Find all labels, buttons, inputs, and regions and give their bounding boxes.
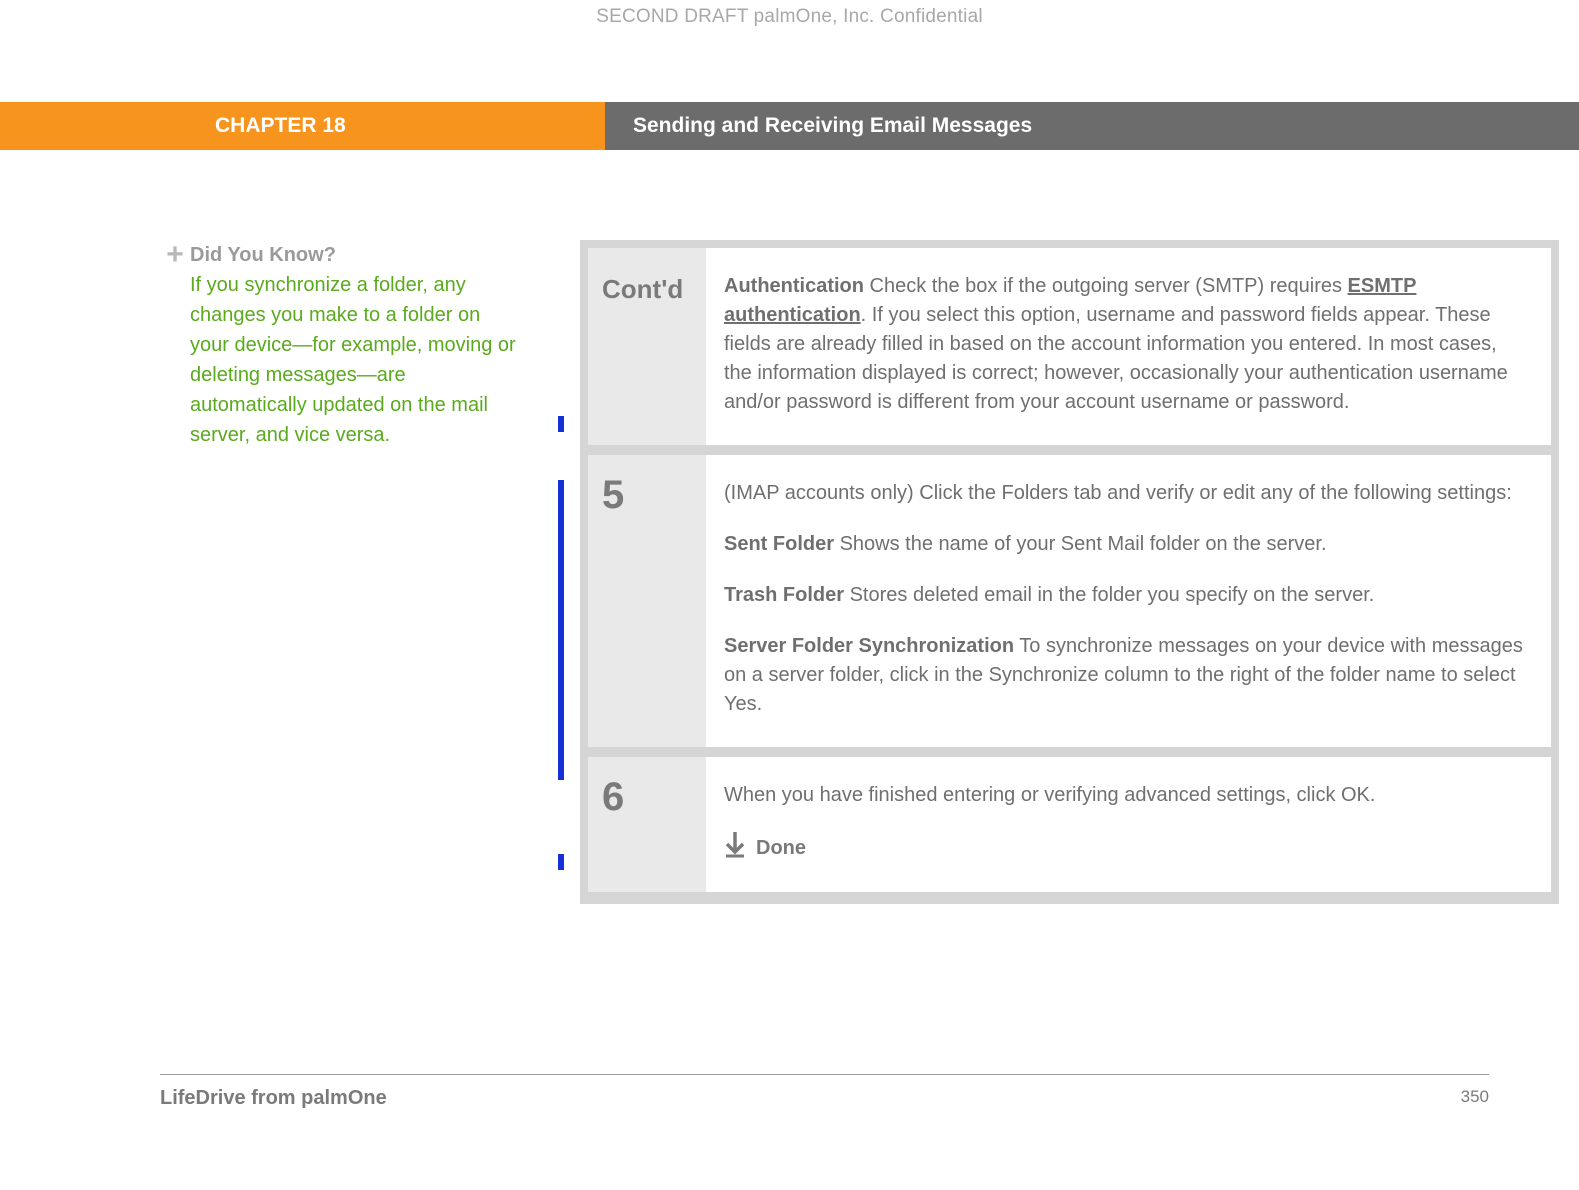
sync-row: Server Folder Synchronization To synchro… xyxy=(724,632,1525,719)
change-bar-icon xyxy=(558,480,564,780)
change-bar-icon xyxy=(558,416,564,432)
step-body: Authentication Check the box if the outg… xyxy=(706,248,1551,445)
chapter-title: Sending and Receiving Email Messages xyxy=(605,102,1579,150)
step5-intro: (IMAP accounts only) Click the Folders t… xyxy=(724,479,1525,508)
step-body: When you have finished entering or verif… xyxy=(706,757,1551,892)
content-area: + Did You Know? If you synchronize a fol… xyxy=(0,240,1579,904)
step6-body: When you have finished entering or verif… xyxy=(724,781,1525,810)
done-row: Done xyxy=(724,832,1525,864)
steps-container: Cont'd Authentication Check the box if t… xyxy=(580,240,1559,904)
footer-product: LifeDrive from palmOne xyxy=(160,1087,387,1110)
sent-folder-term: Sent Folder xyxy=(724,533,834,555)
done-label: Done xyxy=(756,834,806,863)
auth-pre: Check the box if the outgoing server (SM… xyxy=(864,275,1348,297)
auth-term: Authentication xyxy=(724,275,864,297)
chapter-bar: CHAPTER 18 Sending and Receiving Email M… xyxy=(0,102,1579,150)
sidebar: + Did You Know? If you synchronize a fol… xyxy=(160,240,520,904)
auth-paragraph: Authentication Check the box if the outg… xyxy=(724,272,1525,417)
step-5: 5 (IMAP accounts only) Click the Folders… xyxy=(588,455,1551,747)
tip-body: If you synchronize a folder, any changes… xyxy=(190,274,516,446)
step-contd: Cont'd Authentication Check the box if t… xyxy=(588,248,1551,445)
change-bar-icon xyxy=(558,854,564,870)
step-number: 5 xyxy=(588,455,706,747)
sidebar-tip: + Did You Know? If you synchronize a fol… xyxy=(160,240,520,450)
plus-icon: + xyxy=(160,244,190,266)
sync-term: Server Folder Synchronization xyxy=(724,635,1014,657)
step-label: Cont'd xyxy=(588,248,706,445)
step-body: (IMAP accounts only) Click the Folders t… xyxy=(706,455,1551,747)
trash-folder-term: Trash Folder xyxy=(724,584,844,606)
page: SECOND DRAFT palmOne, Inc. Confidential … xyxy=(0,0,1579,1190)
chapter-number: CHAPTER 18 xyxy=(0,102,605,150)
down-arrow-icon xyxy=(724,832,746,864)
tip-text: Did You Know? If you synchronize a folde… xyxy=(190,240,520,450)
footer: LifeDrive from palmOne 350 xyxy=(160,1074,1489,1110)
page-number: 350 xyxy=(1461,1087,1489,1110)
sent-folder-row: Sent Folder Shows the name of your Sent … xyxy=(724,530,1525,559)
trash-folder-desc: Stores deleted email in the folder you s… xyxy=(844,584,1374,606)
step-6: 6 When you have finished entering or ver… xyxy=(588,757,1551,892)
trash-folder-row: Trash Folder Stores deleted email in the… xyxy=(724,581,1525,610)
tip-title: Did You Know? xyxy=(190,244,336,266)
step-number: 6 xyxy=(588,757,706,892)
sent-folder-desc: Shows the name of your Sent Mail folder … xyxy=(834,533,1326,555)
draft-header: SECOND DRAFT palmOne, Inc. Confidential xyxy=(0,0,1579,32)
main-column: Cont'd Authentication Check the box if t… xyxy=(520,240,1559,904)
